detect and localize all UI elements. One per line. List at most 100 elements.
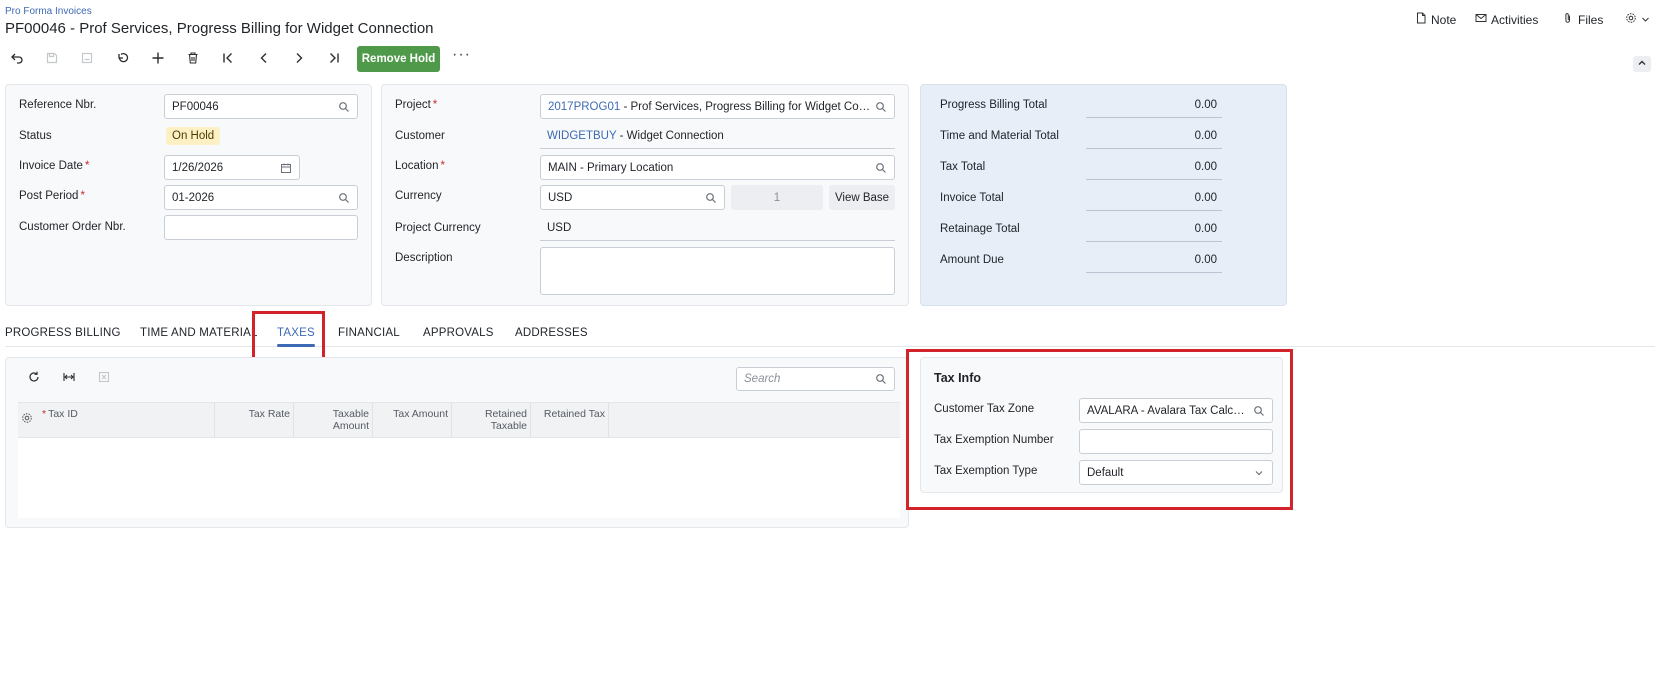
currency-value: USD	[548, 191, 573, 204]
tab-financial[interactable]: FINANCIAL	[338, 327, 400, 339]
more-actions-button[interactable]: ···	[452, 47, 471, 63]
last-record-icon[interactable]	[323, 49, 345, 67]
tax-info-heading: Tax Info	[934, 371, 981, 385]
location-field[interactable]: MAIN - Primary Location	[540, 155, 895, 180]
tab-addresses[interactable]: ADDRESSES	[515, 327, 588, 339]
invoice-date-field[interactable]: 1/26/2026	[164, 155, 300, 180]
location-label-text: Location	[395, 160, 439, 172]
invoice-date-label-text: Invoice Date	[19, 160, 83, 172]
tax-exemption-type-select[interactable]: Default	[1079, 460, 1273, 485]
paperclip-icon	[1562, 12, 1574, 27]
search-icon[interactable]	[875, 101, 887, 113]
search-icon[interactable]	[875, 162, 887, 174]
tab-progress-billing[interactable]: PROGRESS BILLING	[5, 327, 121, 339]
reference-nbr-value: PF00046	[172, 100, 219, 113]
project-field[interactable]: 2017PROG01 - Prof Services, Progress Bil…	[540, 94, 895, 119]
customer-name: - Widget Connection	[616, 130, 724, 142]
col-tax-rate[interactable]: Tax Rate	[215, 403, 294, 437]
tax-exemption-number-field[interactable]	[1079, 429, 1273, 454]
settings-menu-button[interactable]	[1625, 12, 1650, 27]
invoice-date-label: Invoice Date *	[19, 160, 90, 172]
customer-tax-zone-label: Customer Tax Zone	[934, 403, 1035, 415]
search-icon[interactable]	[338, 192, 350, 204]
post-period-value: 01-2026	[172, 191, 215, 204]
location-label: Location *	[395, 160, 445, 172]
summary-value: 0.00	[1086, 161, 1222, 180]
project-label-text: Project	[395, 99, 431, 111]
search-icon[interactable]	[705, 192, 717, 204]
save-close-icon[interactable]	[41, 49, 63, 67]
project-currency-underline	[540, 240, 895, 241]
export-excel-icon[interactable]	[93, 368, 115, 386]
view-base-label: View Base	[834, 191, 890, 204]
search-icon[interactable]	[875, 373, 887, 385]
currency-field[interactable]: USD	[540, 185, 725, 210]
summary-row: Progress Billing Total 0.00	[940, 99, 1222, 121]
calendar-icon[interactable]	[280, 162, 292, 174]
chevron-down-icon	[1641, 13, 1650, 27]
search-icon[interactable]	[338, 101, 350, 113]
customer-value: WIDGETBUY - Widget Connection	[547, 130, 724, 142]
first-record-icon[interactable]	[217, 49, 239, 67]
summary-label: Invoice Total	[940, 192, 1004, 204]
status-label: Status	[19, 130, 52, 142]
project-code-link[interactable]: 2017PROG01	[548, 101, 620, 113]
summary-value: 0.00	[1086, 99, 1222, 118]
summary-value: 0.00	[1086, 254, 1222, 273]
search-icon[interactable]	[1253, 405, 1265, 417]
remove-hold-button[interactable]: Remove Hold	[357, 46, 440, 72]
col-taxable-amount-line2: Amount	[332, 420, 369, 432]
next-record-icon[interactable]	[288, 49, 310, 67]
customer-code-link[interactable]: WIDGETBUY	[547, 130, 616, 142]
tax-exemption-type-value: Default	[1087, 466, 1124, 479]
note-icon	[1415, 12, 1427, 27]
customer-tax-zone-field[interactable]: AVALARA - Avalara Tax Calcul...	[1079, 398, 1273, 423]
tab-time-and-material[interactable]: TIME AND MATERIAL	[140, 327, 258, 339]
project-label: Project *	[395, 99, 438, 111]
col-taxable-amount[interactable]: Taxable Amount	[294, 403, 373, 437]
location-value: MAIN - Primary Location	[548, 161, 674, 174]
col-retained-tax[interactable]: Retained Tax	[531, 403, 609, 437]
tab-approvals[interactable]: APPROVALS	[423, 327, 494, 339]
description-field[interactable]	[540, 247, 895, 295]
taxes-grid-body	[18, 438, 900, 518]
add-icon[interactable]	[147, 49, 169, 67]
page-title: PF00046 - Prof Services, Progress Billin…	[5, 20, 434, 37]
save-icon[interactable]	[76, 49, 98, 67]
customer-underline	[540, 148, 895, 149]
summary-row: Tax Total 0.00	[940, 161, 1222, 183]
undo-icon[interactable]	[6, 49, 28, 67]
refresh-icon[interactable]	[23, 368, 45, 386]
post-period-label: Post Period *	[19, 190, 85, 202]
breadcrumb[interactable]: Pro Forma Invoices	[5, 6, 92, 17]
grid-search-input[interactable]: Search	[736, 367, 895, 391]
delete-icon[interactable]	[182, 49, 204, 67]
activities-button[interactable]: Activities	[1475, 12, 1538, 27]
summary-value: 0.00	[1086, 130, 1222, 149]
files-button[interactable]: Files	[1562, 12, 1603, 27]
post-period-label-text: Post Period	[19, 190, 79, 202]
col-retained-taxable[interactable]: Retained Taxable	[452, 403, 531, 437]
summary-label: Retainage Total	[940, 223, 1020, 235]
previous-record-icon[interactable]	[253, 49, 275, 67]
col-tax-amount[interactable]: Tax Amount	[373, 403, 452, 437]
customer-order-field[interactable]	[164, 215, 358, 240]
project-currency-value: USD	[547, 222, 572, 234]
col-tax-id[interactable]: * Tax ID	[38, 403, 215, 437]
chevron-up-icon	[1637, 57, 1647, 71]
currency-rate-value: 1	[773, 191, 781, 204]
fit-columns-icon[interactable]	[58, 368, 80, 386]
currency-label: Currency	[395, 190, 442, 202]
reference-nbr-field[interactable]: PF00046	[164, 94, 358, 119]
column-settings-icon[interactable]	[21, 412, 35, 426]
collapse-header-button[interactable]	[1633, 56, 1651, 72]
view-base-button[interactable]: View Base	[829, 185, 895, 210]
cancel-icon[interactable]	[112, 49, 134, 67]
summary-label: Time and Material Total	[940, 130, 1059, 142]
post-period-field[interactable]: 01-2026	[164, 185, 358, 210]
taxes-grid-header: * Tax ID Tax Rate Taxable Amount Tax Amoun…	[18, 402, 900, 438]
note-button[interactable]: Note	[1415, 12, 1456, 27]
summary-row: Time and Material Total 0.00	[940, 130, 1222, 152]
note-label: Note	[1431, 12, 1457, 27]
summary-row: Amount Due 0.00	[940, 254, 1222, 276]
